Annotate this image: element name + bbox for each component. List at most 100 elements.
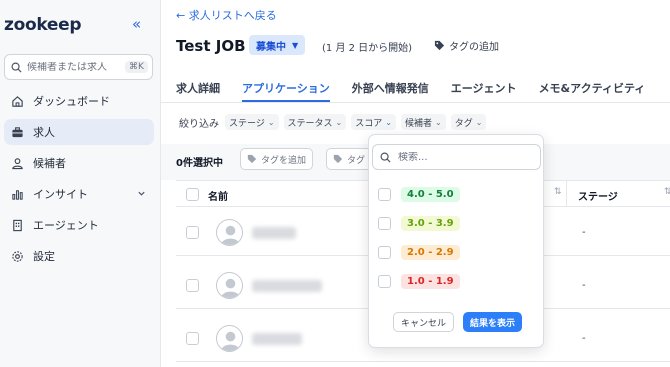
filter-chip-label: タグ	[454, 118, 473, 129]
option-checkbox[interactable]	[378, 188, 391, 201]
filter-chip-label: ステージ	[229, 118, 265, 129]
row-checkbox[interactable]	[186, 332, 199, 345]
chevron-down-icon: ⌄	[385, 117, 392, 127]
page-title: Test JOB	[176, 37, 246, 55]
score-range-badge: 1.0 - 1.9	[401, 274, 460, 289]
tag-icon	[247, 154, 257, 164]
sidebar-item-dashboard[interactable]: ダッシュボード	[4, 88, 154, 114]
option-checkbox[interactable]	[378, 275, 391, 288]
tab-agents[interactable]: エージェント	[451, 80, 517, 102]
sidebar-item-settings[interactable]: 設定	[4, 243, 154, 269]
score-option-3-3.9[interactable]: 3.0 - 3.9	[378, 216, 460, 231]
filter-bar: 絞り込み ステージ ⌄ ステータス ⌄ スコア ⌄ 候補者 ⌄ タグ ⌄	[179, 114, 491, 130]
score-search-box[interactable]	[372, 144, 541, 170]
sidebar-item-insights[interactable]: インサイト	[4, 181, 154, 207]
filter-stage[interactable]: ステージ ⌄	[225, 114, 279, 130]
score-filter-dropdown: 4.0 - 5.0 3.0 - 3.9 2.0 - 2.9 1.0 - 1.9 …	[368, 134, 544, 348]
stage-value: -	[582, 227, 586, 238]
filter-label: 絞り込み	[179, 118, 219, 130]
search-icon	[380, 152, 391, 163]
bar-chart-icon	[9, 186, 25, 202]
filter-status[interactable]: ステータス ⌄	[283, 114, 347, 130]
row-checkbox[interactable]	[186, 279, 199, 292]
chevron-down-icon: ⌄	[267, 117, 275, 127]
candidate-name-redacted	[252, 227, 296, 239]
sort-icon[interactable]: ⇅	[664, 187, 670, 197]
start-date-note: (1 月 2 日から開始)	[322, 43, 413, 54]
avatar	[216, 325, 243, 352]
sidebar-item-label: 求人	[33, 126, 55, 139]
sidebar-item-jobs[interactable]: 求人	[4, 119, 154, 145]
building-icon	[9, 217, 25, 233]
back-to-job-list-link[interactable]: ← 求人リストへ戻る	[176, 7, 277, 23]
sort-icon[interactable]: ⇅	[554, 187, 562, 197]
tab-external-publishing[interactable]: 外部へ情報発信	[352, 80, 429, 102]
add-tag-label: タグの追加	[449, 42, 499, 53]
option-checkbox[interactable]	[378, 217, 391, 230]
filter-chip-label: スコア	[355, 118, 383, 129]
chevron-down-icon: ⌄	[335, 117, 343, 127]
score-range-badge: 4.0 - 5.0	[401, 187, 460, 202]
sidebar-item-agents[interactable]: エージェント	[4, 212, 154, 238]
gear-icon	[9, 248, 25, 264]
home-icon	[9, 93, 25, 109]
chevron-down-icon: ⌄	[434, 117, 442, 127]
row-checkbox[interactable]	[186, 226, 199, 239]
filter-tag[interactable]: タグ ⌄	[450, 114, 487, 130]
stage-value: -	[582, 333, 586, 344]
score-option-1-1.9[interactable]: 1.0 - 1.9	[378, 274, 460, 289]
tab-bar: 求人詳細 アプリケーション 外部へ情報発信 エージェント メモ&アクティビティ	[176, 80, 667, 102]
shortcut-badge: ⌘K	[125, 61, 148, 73]
tab-job-details[interactable]: 求人詳細	[176, 80, 220, 102]
select-all-checkbox[interactable]	[186, 188, 199, 201]
filter-score[interactable]: スコア ⌄	[351, 114, 396, 130]
add-tag-button[interactable]: タグの追加	[434, 38, 499, 53]
column-header-name[interactable]: 名前	[208, 188, 228, 203]
bulk-action-label: タグ	[347, 155, 366, 166]
filter-chip-label: ステータス	[287, 118, 333, 129]
show-results-button[interactable]: 結果を表示	[463, 312, 523, 332]
bulk-action-button[interactable]: タグ	[326, 148, 373, 170]
candidate-name-redacted	[252, 280, 322, 292]
search-icon	[11, 62, 22, 73]
sidebar-item-label: エージェント	[33, 219, 99, 232]
column-header-stage[interactable]: ステージ	[578, 188, 618, 203]
global-search[interactable]: ⌘K	[4, 54, 153, 80]
avatar	[216, 219, 243, 246]
app-logo[interactable]: zookeep	[4, 15, 82, 35]
tab-notes-activity[interactable]: メモ&アクティビティ	[539, 80, 646, 102]
users-icon	[9, 155, 25, 171]
column-divider	[566, 180, 567, 207]
search-input[interactable]	[27, 61, 123, 73]
score-option-4-5[interactable]: 4.0 - 5.0	[378, 187, 460, 202]
stage-value: -	[582, 280, 586, 291]
avatar	[216, 272, 243, 299]
sidebar-item-label: 候補者	[33, 157, 66, 170]
score-option-2-2.9[interactable]: 2.0 - 2.9	[378, 245, 460, 260]
score-range-badge: 3.0 - 3.9	[401, 216, 460, 231]
score-search-input[interactable]	[398, 151, 528, 163]
sidebar-item-label: 設定	[33, 250, 55, 263]
status-dropdown[interactable]: 募集中 ▼	[249, 35, 306, 55]
sidebar-item-candidates[interactable]: 候補者	[4, 150, 154, 176]
collapse-sidebar-icon[interactable]: «	[132, 17, 141, 32]
tab-applications[interactable]: アプリケーション	[242, 80, 330, 102]
option-checkbox[interactable]	[378, 246, 391, 259]
tag-icon	[333, 154, 343, 164]
sidebar-nav: ダッシュボード 求人 候補者 インサイト エージェント 設定	[0, 88, 161, 274]
sidebar: zookeep « ⌘K ダッシュボード 求人 候補者 インサイト エージェント	[0, 0, 161, 367]
chevron-down-icon	[137, 188, 146, 201]
filter-chip-label: 候補者	[404, 118, 432, 129]
bulk-add-tag-label: タグを追加	[261, 155, 307, 166]
filter-candidate[interactable]: 候補者 ⌄	[400, 114, 446, 130]
candidate-name-redacted	[252, 333, 302, 345]
sidebar-item-label: ダッシュボード	[33, 95, 110, 108]
caret-down-icon: ▼	[292, 40, 299, 50]
bulk-add-tag-button[interactable]: タグを追加	[240, 148, 314, 170]
cancel-button[interactable]: キャンセル	[393, 312, 455, 332]
briefcase-icon	[9, 124, 25, 140]
status-label: 募集中	[256, 41, 286, 53]
tab-divider	[161, 102, 670, 103]
logo-text: zookeep	[4, 15, 82, 35]
chevron-down-icon: ⌄	[475, 117, 483, 127]
